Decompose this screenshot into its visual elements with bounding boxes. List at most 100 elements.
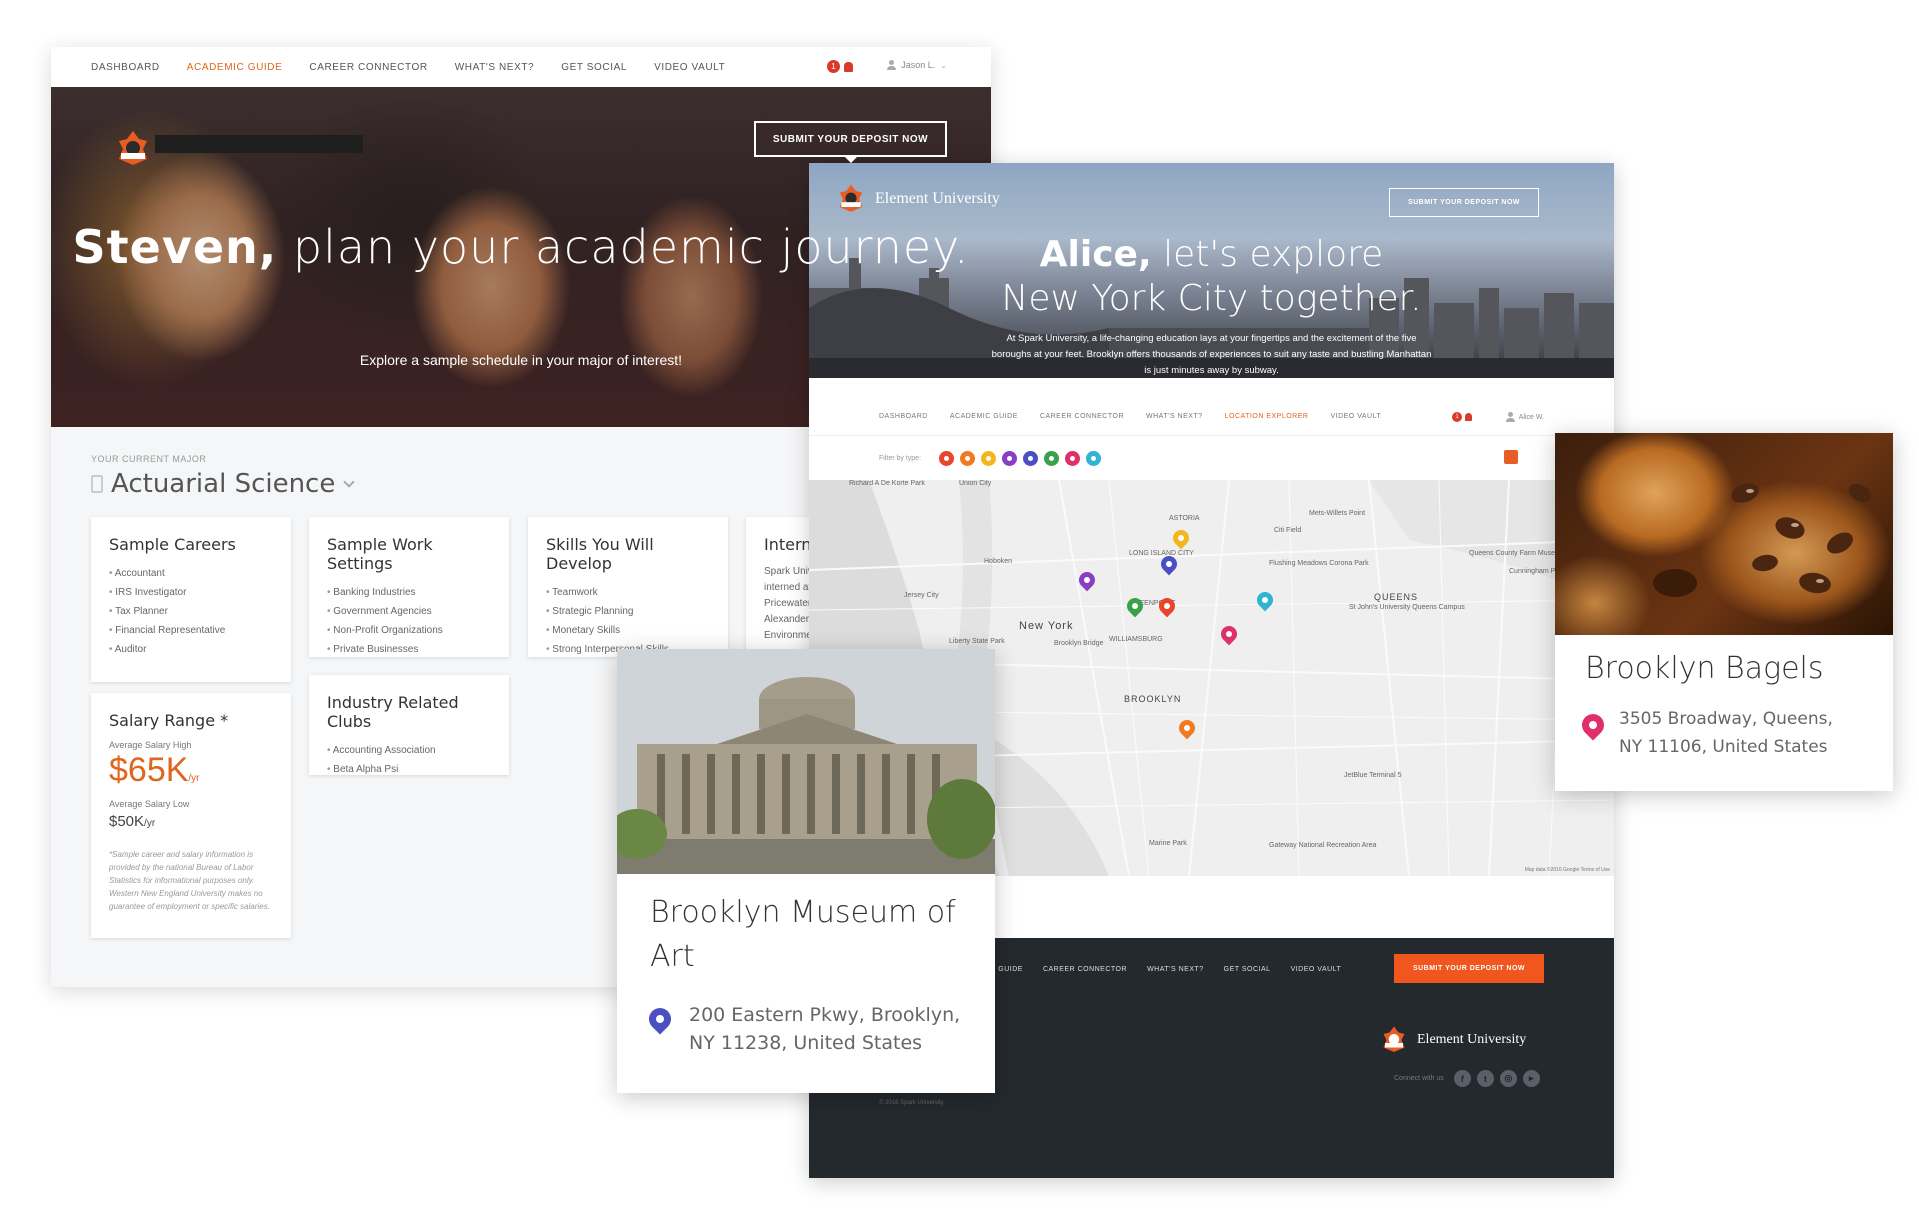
place-title: Brooklyn Bagels bbox=[1585, 651, 1824, 686]
filter-food-icon[interactable] bbox=[939, 450, 955, 466]
card-title: Sample Careers bbox=[109, 535, 236, 554]
museum-photo bbox=[617, 649, 995, 874]
map-filter-bar: Filter by type: bbox=[809, 436, 1614, 480]
salary-low-value: $50K/yr bbox=[109, 813, 156, 830]
hero-headline: Alice, let's explore New York City toget… bbox=[809, 233, 1614, 321]
map-label: Jersey City bbox=[904, 592, 939, 599]
list-item: Auditor bbox=[109, 640, 273, 659]
copyright: © 2016 Spark University bbox=[879, 1100, 944, 1106]
filter-park-icon[interactable] bbox=[1044, 450, 1060, 466]
filter-transit-icon[interactable] bbox=[1086, 450, 1102, 466]
nav-academic-guide[interactable]: ACADEMIC GUIDE bbox=[187, 62, 283, 73]
nav-career-connector[interactable]: CAREER CONNECTOR bbox=[309, 62, 427, 73]
footer-nav-whats-next[interactable]: WHAT'S NEXT? bbox=[1147, 966, 1204, 973]
nav-whats-next[interactable]: WHAT'S NEXT? bbox=[455, 62, 535, 73]
list-item: Government Agencies bbox=[327, 602, 491, 621]
nav-dashboard[interactable]: DASHBOARD bbox=[879, 413, 928, 420]
list-item: Accountant bbox=[109, 564, 273, 583]
map-label: BROOKLYN bbox=[1124, 694, 1182, 704]
filter-shopping-icon[interactable] bbox=[960, 450, 976, 466]
footer-brand-name: Element University bbox=[1417, 1032, 1527, 1047]
submit-deposit-button[interactable]: SUBMIT YOUR DEPOSIT NOW bbox=[754, 121, 947, 163]
twitter-icon[interactable]: t bbox=[1476, 1070, 1494, 1087]
map-credit: Map data ©2016 Google Terms of Use bbox=[1524, 867, 1610, 873]
user-icon bbox=[1505, 412, 1515, 422]
map-label: Brooklyn Bridge bbox=[1054, 640, 1104, 647]
clipboard-icon bbox=[91, 475, 103, 493]
place-card-museum[interactable]: Brooklyn Museum of Art 200 Eastern Pkwy,… bbox=[617, 649, 995, 1093]
map-label: Citi Field bbox=[1274, 527, 1302, 534]
map-label: Flushing Meadows Corona Park bbox=[1269, 560, 1369, 567]
major-value: Actuarial Science bbox=[111, 469, 336, 499]
map-label: Queens County Farm Museum bbox=[1469, 550, 1565, 557]
list-item: Teamwork bbox=[546, 583, 710, 602]
sample-careers-card: Sample Careers Accountant IRS Investigat… bbox=[91, 517, 291, 682]
filter-restaurant-icon[interactable] bbox=[1065, 450, 1081, 466]
hero-subhead: Explore a sample schedule in your major … bbox=[359, 352, 683, 368]
footer-brand-logo[interactable]: Element University bbox=[1379, 1025, 1526, 1055]
notifications[interactable]: 1 bbox=[1452, 412, 1472, 422]
card-title: Salary Range * bbox=[109, 711, 229, 730]
place-card-bagels[interactable]: Brooklyn Bagels 3505 Broadway, Queens, N… bbox=[1555, 433, 1893, 791]
list-item: Banking Industries bbox=[327, 583, 491, 602]
nav-whats-next[interactable]: WHAT'S NEXT? bbox=[1146, 413, 1203, 420]
major-selector[interactable]: Actuarial Science bbox=[91, 469, 356, 499]
nav-academic-guide[interactable]: ACADEMIC GUIDE bbox=[950, 413, 1018, 420]
card-title: Industry Related Clubs bbox=[327, 693, 459, 731]
bell-icon[interactable] bbox=[1465, 413, 1472, 421]
university-crest-icon bbox=[119, 131, 147, 165]
connect-label: Connect with us bbox=[1394, 1075, 1444, 1082]
map-label: Gateway National Recreation Area bbox=[1269, 842, 1377, 849]
user-menu[interactable]: Jason L. ⌄ bbox=[887, 60, 947, 70]
map-label: Marine Park bbox=[1149, 840, 1187, 847]
filter-star-icon[interactable] bbox=[981, 450, 997, 466]
instagram-icon[interactable]: ◎ bbox=[1499, 1070, 1517, 1087]
footer-nav-get-social[interactable]: GET SOCIAL bbox=[1224, 966, 1271, 973]
bell-icon[interactable] bbox=[844, 61, 853, 72]
map-label: Union City bbox=[959, 480, 992, 487]
youtube-icon[interactable]: ▸ bbox=[1522, 1070, 1540, 1087]
list-item: Tax Planner bbox=[109, 602, 273, 621]
footer-nav-video-vault[interactable]: VIDEO VAULT bbox=[1291, 966, 1342, 973]
map-label: New York bbox=[1019, 620, 1074, 632]
filter-nightlife-icon[interactable] bbox=[1002, 450, 1018, 466]
card-title: Skills You Will Develop bbox=[546, 535, 654, 573]
footer-nav: ...EMIC GUIDE CAREER CONNECTOR WHAT'S NE… bbox=[969, 966, 1341, 973]
user-icon bbox=[887, 60, 897, 70]
nav-career-connector[interactable]: CAREER CONNECTOR bbox=[1040, 413, 1124, 420]
user-menu[interactable]: Alice W. bbox=[1505, 412, 1544, 422]
place-title: Brooklyn Museum of Art bbox=[650, 895, 956, 974]
museum-building-image bbox=[617, 649, 995, 874]
filter-museum-icon[interactable] bbox=[1023, 450, 1039, 466]
notifications[interactable]: 1 bbox=[827, 60, 853, 73]
nav-dashboard[interactable]: DASHBOARD bbox=[91, 62, 160, 73]
place-address: 200 Eastern Pkwy, Brooklyn, NY 11238, Un… bbox=[689, 1004, 961, 1054]
list-item: Financial Representative bbox=[109, 621, 273, 640]
facebook-icon[interactable]: f bbox=[1453, 1070, 1471, 1087]
major-label: YOUR CURRENT MAJOR bbox=[91, 454, 207, 464]
footer-nav-career-connector[interactable]: CAREER CONNECTOR bbox=[1043, 966, 1127, 973]
map-label: St John's University Queens Campus bbox=[1349, 604, 1465, 611]
map-layers-button[interactable] bbox=[1504, 450, 1518, 464]
footer-submit-deposit-button[interactable]: SUBMIT YOUR DEPOSIT NOW bbox=[1394, 954, 1544, 983]
map-label: LONG ISLAND CITY bbox=[1129, 550, 1194, 557]
nav-video-vault[interactable]: VIDEO VAULT bbox=[654, 62, 725, 73]
university-crest-icon bbox=[1383, 1026, 1405, 1052]
chevron-down-icon bbox=[343, 476, 356, 488]
brand-logo[interactable]: Element University bbox=[835, 183, 1000, 215]
salary-high-value: $65K/yr bbox=[109, 751, 200, 789]
nav-video-vault[interactable]: VIDEO VAULT bbox=[1330, 413, 1381, 420]
chevron-down-icon: ⌄ bbox=[940, 60, 947, 70]
industry-clubs-card: Industry Related Clubs Accounting Associ… bbox=[309, 675, 509, 775]
map-label: ASTORIA bbox=[1169, 515, 1200, 522]
list-item: IRS Investigator bbox=[109, 583, 273, 602]
work-settings-card: Sample Work Settings Banking Industries … bbox=[309, 517, 509, 657]
nav-location-explorer[interactable]: LOCATION EXPLORER bbox=[1225, 413, 1309, 420]
map-label: Mets-Willets Point bbox=[1309, 510, 1366, 517]
top-nav: DASHBOARD ACADEMIC GUIDE CAREER CONNECTO… bbox=[51, 47, 991, 87]
submit-deposit-button[interactable]: SUBMIT YOUR DEPOSIT NOW bbox=[1389, 188, 1539, 217]
top-nav: DASHBOARD ACADEMIC GUIDE CAREER CONNECTO… bbox=[809, 398, 1614, 436]
nav-get-social[interactable]: GET SOCIAL bbox=[561, 62, 627, 73]
list-item: Beta Alpha Psi bbox=[327, 760, 491, 779]
filter-label: Filter by type: bbox=[879, 454, 922, 462]
